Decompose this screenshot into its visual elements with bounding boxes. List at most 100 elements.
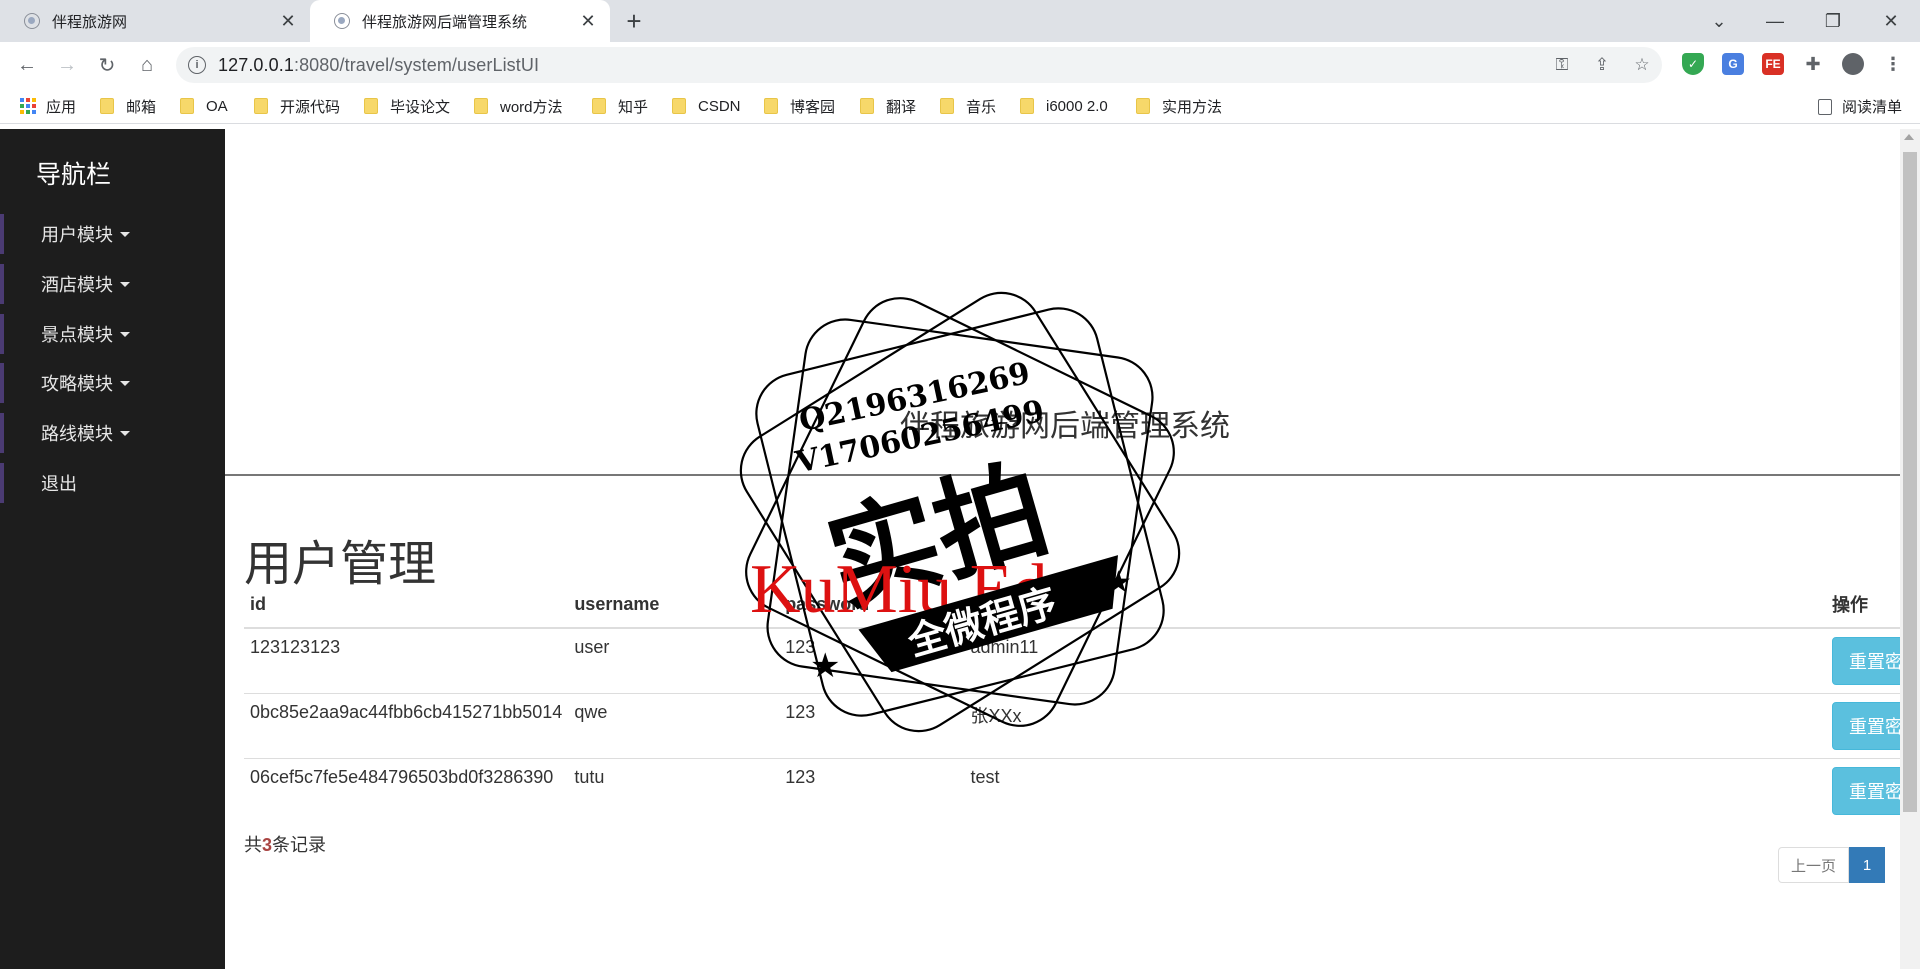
profile-avatar-icon[interactable]: [1842, 53, 1864, 75]
tab-travel-site[interactable]: 伴程旅游网 ✕: [0, 0, 310, 42]
reading-list-icon: [1817, 98, 1832, 115]
scroll-up-arrow-icon[interactable]: [1904, 134, 1914, 140]
folder-icon: [100, 98, 114, 114]
tab-title: 伴程旅游网: [52, 13, 128, 31]
bookmarks-bar: 应用 邮箱 OA 开源代码 毕设论文 word方法 知乎 CSDN 博客园 翻译…: [0, 88, 1920, 124]
close-window-icon[interactable]: ✕: [1876, 6, 1906, 36]
cell-username: tutu: [568, 758, 780, 823]
cell-password: 123: [779, 627, 965, 694]
main-content: 伴程旅游网后端管理系统 用户管理 id username password 操作…: [225, 129, 1900, 969]
sidebar-item-hotel-module[interactable]: 酒店模块: [0, 264, 225, 304]
restore-window-icon[interactable]: ❐: [1818, 6, 1848, 36]
bookmark-folder[interactable]: 邮箱: [100, 96, 156, 116]
sidebar-item-logout[interactable]: 退出: [0, 463, 225, 503]
site-favicon-icon: [24, 13, 40, 29]
bookmark-folder[interactable]: OA: [180, 96, 228, 116]
cell-name: 张XXx: [964, 693, 1826, 759]
column-header-password: password: [779, 581, 965, 629]
bookmark-star-icon[interactable]: ☆: [1632, 55, 1652, 75]
column-header-actions: 操作: [1825, 581, 1900, 629]
header-divider: [225, 474, 1900, 476]
bookmark-folder[interactable]: word方法: [474, 96, 563, 116]
site-info-icon[interactable]: i: [188, 56, 206, 74]
fe-extension-icon[interactable]: FE: [1762, 53, 1784, 75]
home-icon[interactable]: ⌂: [132, 50, 162, 80]
key-icon[interactable]: ⚿: [1552, 55, 1572, 75]
caret-down-icon: [120, 380, 130, 386]
back-arrow-icon[interactable]: ←: [12, 50, 42, 80]
user-table: id username password 操作 123123123 user 1…: [244, 581, 1900, 823]
column-header-username: username: [568, 581, 780, 629]
folder-icon: [180, 98, 194, 114]
sidebar-item-route-module[interactable]: 路线模块: [0, 413, 225, 453]
site-title: 伴程旅游网后端管理系统: [900, 410, 1230, 443]
cell-id: 06cef5c7fe5e484796503bd0f3286390: [244, 758, 569, 823]
folder-icon: [1136, 98, 1150, 114]
menu-kebab-icon[interactable]: ⋮: [1882, 53, 1904, 75]
url-text: 127.0.0.1:8080/travel/system/userListUI: [218, 55, 540, 75]
bookmark-folder[interactable]: 实用方法: [1136, 96, 1222, 116]
folder-icon: [940, 98, 954, 114]
browser-toolbar: ← → ↻ ⌂ i 127.0.0.1:8080/travel/system/u…: [0, 42, 1920, 88]
folder-icon: [860, 98, 874, 114]
tab-admin-system[interactable]: 伴程旅游网后端管理系统 ✕: [310, 0, 610, 42]
forward-arrow-icon[interactable]: →: [52, 50, 82, 80]
bookmark-folder[interactable]: CSDN: [672, 96, 741, 116]
prev-page-button[interactable]: 上一页: [1778, 847, 1850, 883]
folder-icon: [592, 98, 606, 114]
caret-down-icon: [120, 281, 130, 287]
reading-list-button[interactable]: 阅读清单: [1817, 96, 1902, 117]
sidebar-item-guide-module[interactable]: 攻略模块: [0, 363, 225, 403]
share-icon[interactable]: ⇪: [1592, 55, 1612, 75]
bookmark-apps[interactable]: 应用: [20, 96, 76, 116]
record-count: 共3条记录: [244, 835, 327, 855]
bookmark-folder[interactable]: i6000 2.0: [1020, 96, 1108, 116]
bookmark-folder[interactable]: 毕设论文: [364, 96, 450, 116]
chevron-down-icon[interactable]: ⌄: [1704, 6, 1734, 36]
browser-tab-bar: 伴程旅游网 ✕ 伴程旅游网后端管理系统 ✕ + ⌄ — ❐ ✕: [0, 0, 1920, 42]
table-header-row: id username password 操作: [244, 581, 1900, 629]
bookmark-folder[interactable]: 博客园: [764, 96, 835, 116]
cell-username: qwe: [568, 693, 780, 759]
bookmark-folder[interactable]: 音乐: [940, 96, 996, 116]
bookmark-folder[interactable]: 开源代码: [254, 96, 340, 116]
sidebar: 导航栏 用户模块 酒店模块 景点模块 攻略模块 路线模块 退出: [0, 129, 225, 969]
table-row: 0bc85e2aa9ac44fbb6cb415271bb5014 qwe 123…: [244, 693, 1900, 759]
column-header-name: [964, 581, 1826, 629]
cell-name: admin11: [964, 627, 1826, 694]
cell-password: 123: [779, 693, 965, 759]
sidebar-item-scenic-module[interactable]: 景点模块: [0, 314, 225, 354]
caret-down-icon: [120, 231, 130, 237]
reset-password-button[interactable]: 重置密码: [1831, 637, 1900, 685]
puzzle-extensions-icon[interactable]: ✚: [1802, 53, 1824, 75]
minimize-icon[interactable]: —: [1760, 6, 1790, 36]
table-row: 123123123 user 123 admin11 重置密码: [244, 627, 1900, 694]
close-icon[interactable]: ✕: [276, 9, 300, 33]
bookmark-folder[interactable]: 翻译: [860, 96, 916, 116]
folder-icon: [474, 98, 488, 114]
reset-password-button[interactable]: 重置密码: [1831, 767, 1900, 815]
folder-icon: [1020, 98, 1034, 114]
folder-icon: [364, 98, 378, 114]
sidebar-brand: 导航栏: [36, 161, 112, 189]
folder-icon: [764, 98, 778, 114]
folder-icon: [254, 98, 268, 114]
shield-extension-icon[interactable]: ✓: [1682, 53, 1704, 75]
scrollbar-thumb[interactable]: [1903, 152, 1917, 812]
caret-down-icon: [120, 430, 130, 436]
reload-icon[interactable]: ↻: [92, 50, 122, 80]
new-tab-plus-icon[interactable]: +: [620, 6, 648, 36]
sidebar-item-user-module[interactable]: 用户模块: [0, 214, 225, 254]
close-icon[interactable]: ✕: [576, 9, 600, 33]
column-header-id: id: [244, 581, 569, 629]
cell-username: user: [568, 627, 780, 694]
translate-extension-icon[interactable]: G: [1722, 53, 1744, 75]
table-row: 06cef5c7fe5e484796503bd0f3286390 tutu 12…: [244, 758, 1900, 823]
address-bar[interactable]: i 127.0.0.1:8080/travel/system/userListU…: [176, 47, 1662, 83]
site-favicon-icon: [334, 13, 350, 29]
page-number-button[interactable]: 1: [1849, 847, 1886, 883]
cell-id: 0bc85e2aa9ac44fbb6cb415271bb5014: [244, 693, 569, 759]
bookmark-folder[interactable]: 知乎: [592, 96, 648, 116]
folder-icon: [672, 98, 686, 114]
reset-password-button[interactable]: 重置密码: [1831, 702, 1900, 750]
